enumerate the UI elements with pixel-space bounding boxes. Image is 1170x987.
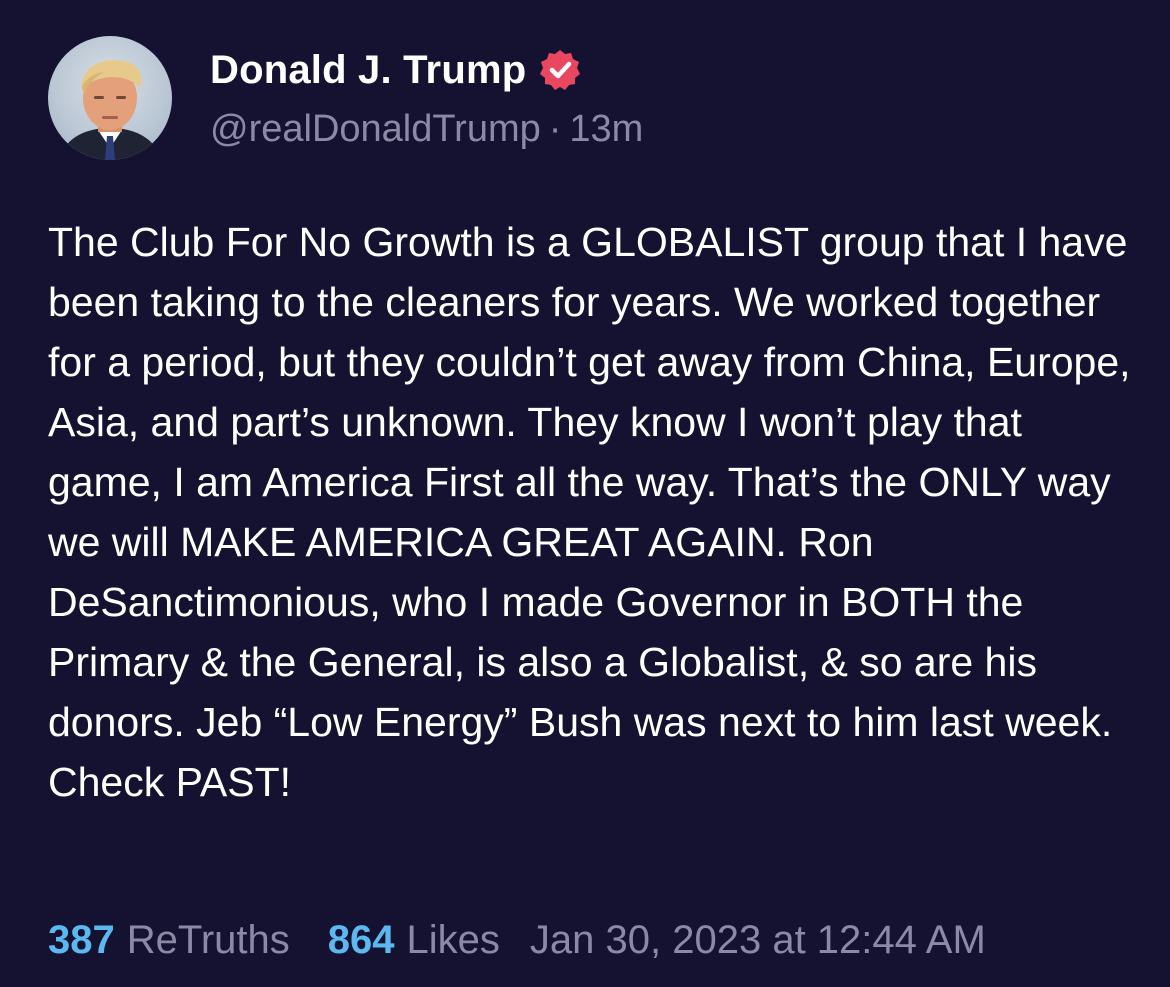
retruths-count: 387 [48,917,115,962]
likes-stat[interactable]: 864 Likes [328,918,500,963]
author-display-name[interactable]: Donald J. Trump [210,48,526,93]
avatar[interactable] [48,36,172,160]
post-card: Donald J. Trump @realDonaldTrump · 13m The… [0,0,1170,987]
verified-badge-icon [538,48,582,92]
likes-count: 864 [327,917,395,962]
author-handle-row: @realDonaldTrump · 13m [210,108,643,151]
post-text: The Club For No Growth is a GLOBALIST gr… [48,219,1140,805]
avatar-image [58,60,162,160]
retruths-label: ReTruths [126,917,290,962]
likes-label: Likes [406,917,500,962]
author-handle[interactable]: @realDonaldTrump [210,108,541,150]
separator-dot: · [548,108,562,150]
relative-time[interactable]: 13m [569,108,643,150]
post-footer: 387 ReTruths 864 Likes Jan 30, 2023 at 12:… [48,912,986,968]
retruths-stat[interactable]: 387 ReTruths [48,918,290,963]
post-timestamp[interactable]: Jan 30, 2023 at 12:44 AM [530,918,986,963]
author-name-row: Donald J. Trump [210,42,582,98]
